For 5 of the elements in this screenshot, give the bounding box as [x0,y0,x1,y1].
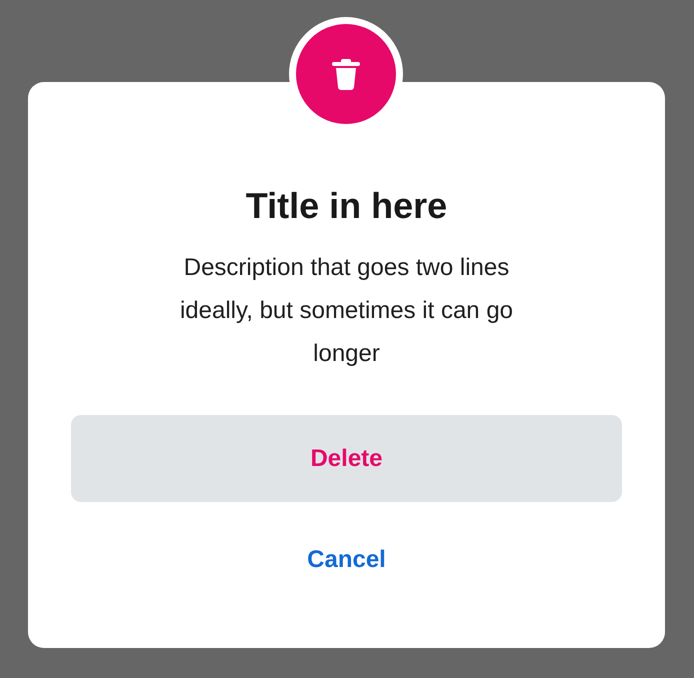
delete-button[interactable]: Delete [71,415,622,502]
cancel-button[interactable]: Cancel [307,545,386,575]
trash-icon [332,58,360,90]
dialog-title: Title in here [246,184,448,228]
dialog-description: Description that goes two lines ideally, but sometimes it can go longer [178,253,514,369]
